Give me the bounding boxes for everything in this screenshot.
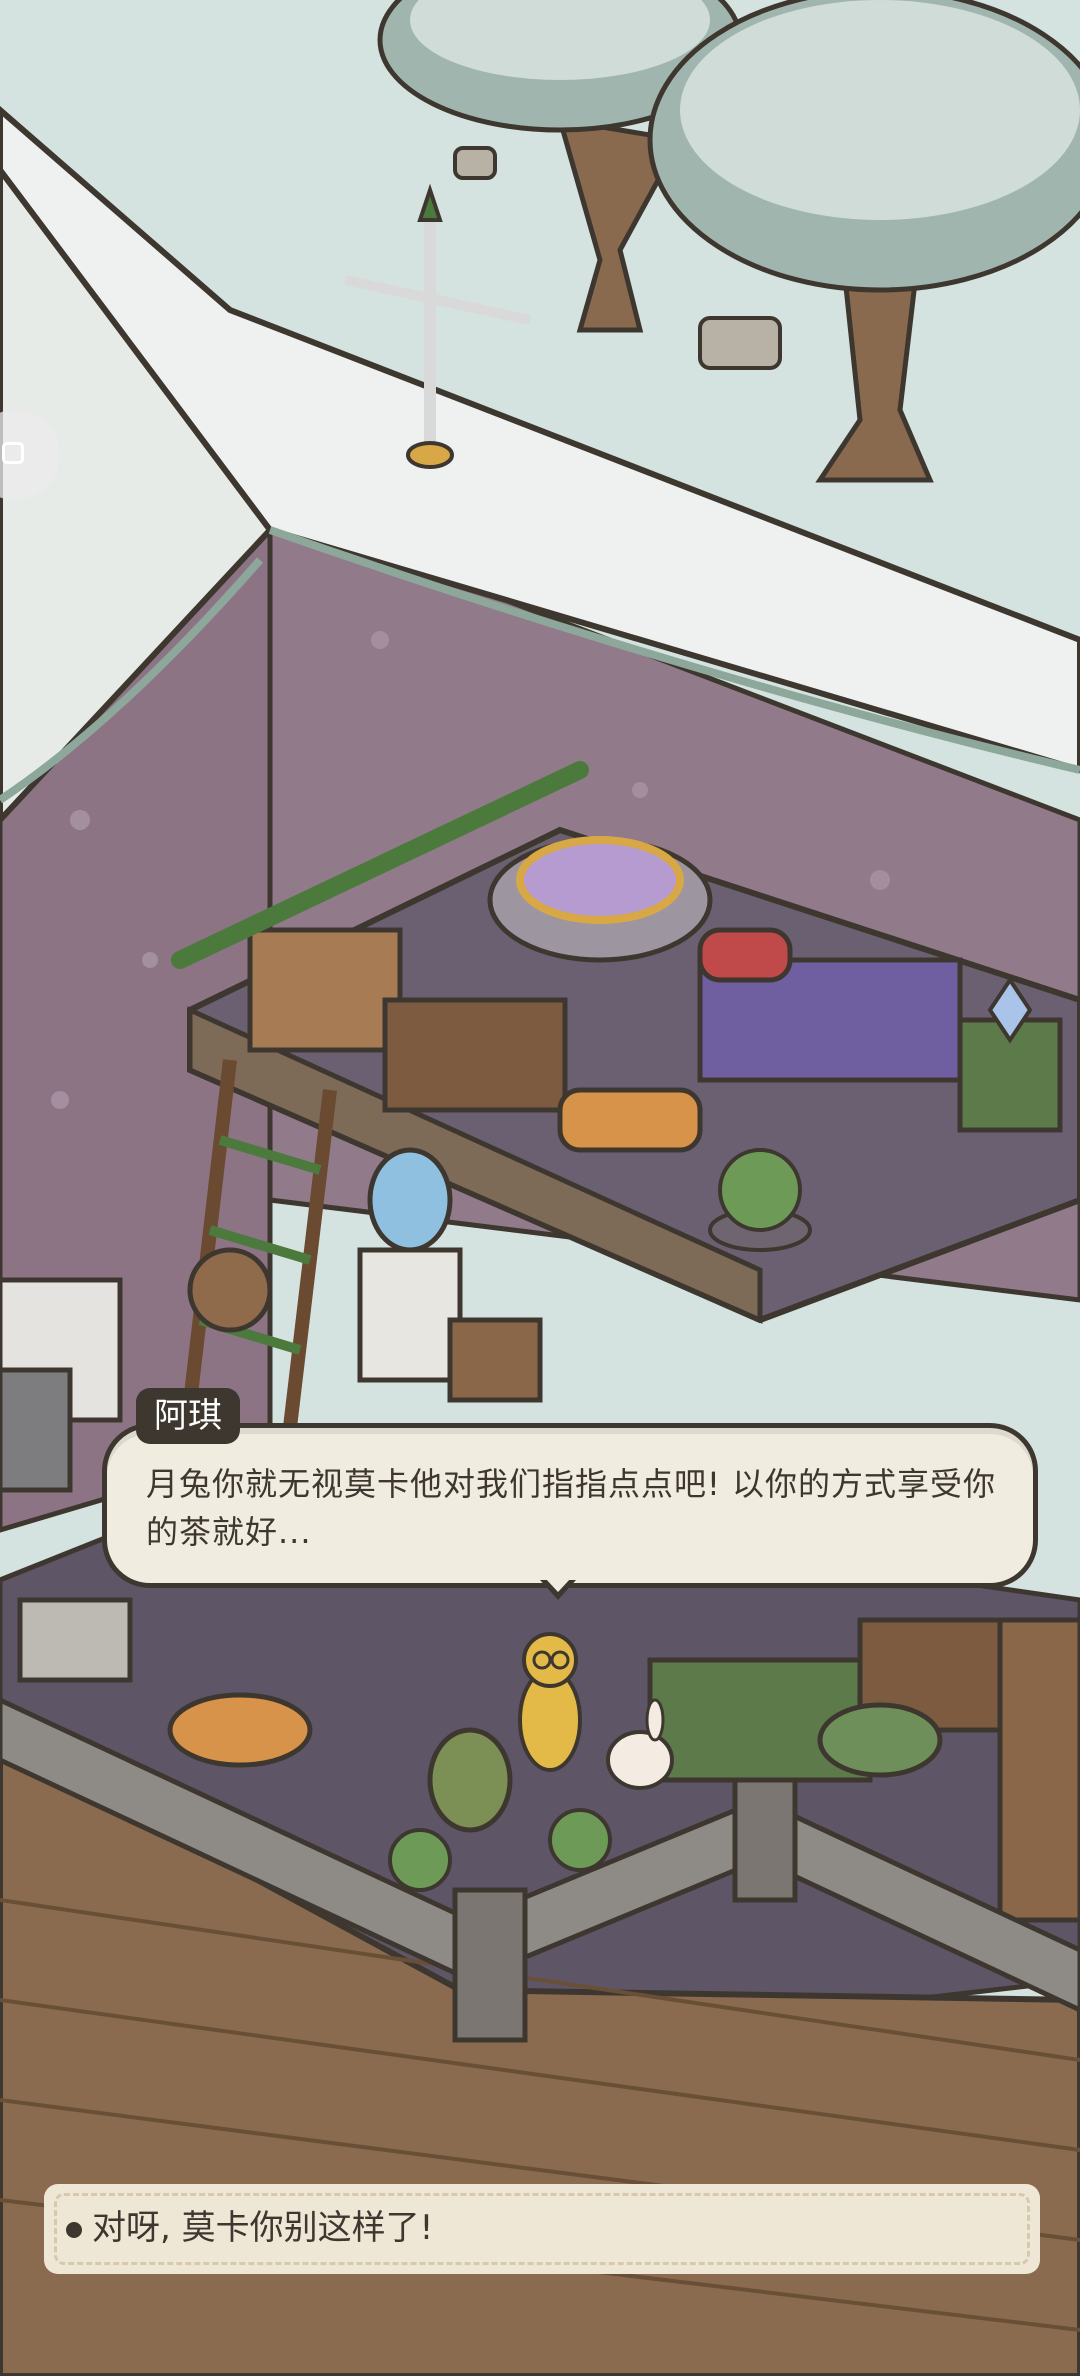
square-icon — [2, 442, 24, 464]
rock — [698, 316, 782, 370]
rock — [453, 146, 497, 180]
giraffe-character — [518, 1632, 582, 1772]
game-screen: 阿琪 月兔你就无视莫卡他对我们指指点点吧! 以你的方式享受你的茶就好... 对呀… — [0, 0, 1080, 2376]
house-scene — [0, 0, 1080, 2376]
fence-post — [732, 1777, 798, 1903]
reply-option[interactable]: 对呀, 莫卡你别这样了! — [44, 2184, 1040, 2274]
speaker-name: 阿琪 — [136, 1388, 240, 1444]
reply-option-text: 对呀, 莫卡你别这样了! — [92, 2208, 434, 2248]
bullet-icon — [66, 2222, 82, 2238]
fence-post — [452, 1887, 528, 2043]
dialog-tail-inner — [545, 1578, 571, 1592]
dialog-text: 月兔你就无视莫卡他对我们指指点点吧! 以你的方式享受你的茶就好... — [146, 1465, 997, 1551]
